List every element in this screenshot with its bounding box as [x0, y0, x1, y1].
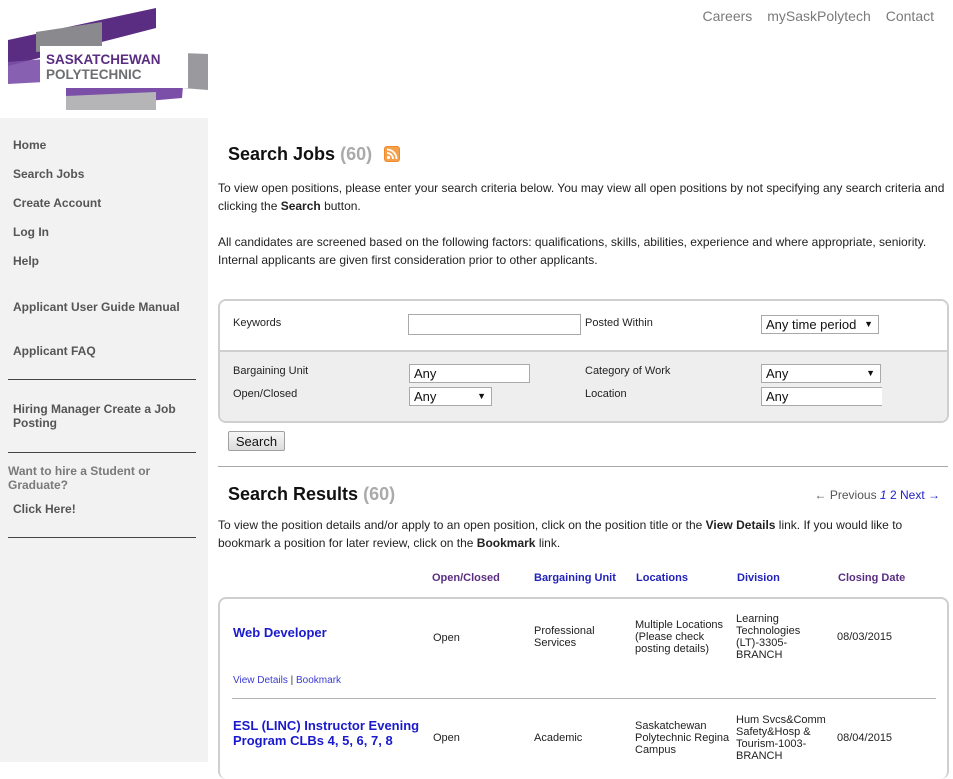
sidebar-click-here-link[interactable]: Click Here!	[13, 502, 76, 516]
results-count: (60)	[363, 484, 396, 504]
job-status: Open	[433, 632, 460, 644]
col-header-closing-date[interactable]: Closing Date	[838, 572, 905, 584]
chevron-down-icon: ▼	[864, 319, 873, 329]
open-closed-label: Open/Closed	[233, 388, 298, 400]
job-status: Open	[433, 732, 460, 744]
pager-page-2[interactable]: 2	[890, 488, 897, 502]
top-nav-mysaskpolytech[interactable]: mySaskPolytech	[767, 8, 870, 24]
search-form-top: Keywords Posted Within Any time period ▼	[220, 301, 947, 352]
job-bargaining-unit: Professional Services	[534, 625, 595, 649]
sidebar-item-faq[interactable]: Applicant FAQ	[13, 344, 96, 358]
location-label: Location	[585, 388, 627, 400]
posted-within-select[interactable]: Any time period ▼	[761, 315, 879, 334]
screening-note: All candidates are screened based on the…	[218, 235, 927, 267]
sidebar-item-create-account[interactable]: Create Account	[13, 196, 101, 210]
search-button[interactable]: Search	[228, 431, 285, 451]
bookmark-bold: Bookmark	[476, 536, 536, 550]
results-instructions-text: To view the position details and/or appl…	[218, 518, 706, 532]
posted-within-value: Any time period	[766, 317, 857, 332]
posted-within-label: Posted Within	[585, 317, 653, 329]
top-nav-careers[interactable]: Careers	[702, 8, 752, 24]
location-input[interactable]	[761, 387, 882, 406]
pager-next[interactable]: Next →	[900, 488, 940, 502]
link-separator: |	[290, 675, 294, 686]
site-header: SASKATCHEWAN POLYTECHNIC Careers mySaskP…	[0, 0, 953, 118]
job-count: (60)	[340, 144, 373, 164]
results-title: Search Results (60)	[228, 484, 395, 505]
bookmark-link[interactable]: Bookmark	[296, 675, 341, 686]
job-title-link[interactable]: ESL (LINC) Instructor Evening Program CL…	[233, 718, 428, 748]
logo-line2: POLYTECHNIC	[46, 67, 142, 82]
category-of-work-value: Any	[766, 366, 789, 381]
keywords-input[interactable]	[408, 314, 581, 335]
view-details-link[interactable]: View Details	[233, 675, 288, 686]
results-instructions: To view the position details and/or appl…	[218, 516, 918, 552]
pagination: ← Previous 1 2 Next →	[815, 488, 940, 502]
category-of-work-label: Category of Work	[585, 365, 671, 377]
col-header-division[interactable]: Division	[737, 572, 780, 584]
sidebar-item-hiring-manager[interactable]: Hiring Manager Create a Job Posting	[13, 402, 193, 430]
job-location: Multiple Locations (Please check posting…	[635, 619, 724, 655]
job-location: Saskatchewan Polytechnic Regina Campus	[635, 720, 730, 756]
category-of-work-select[interactable]: Any ▼	[761, 364, 881, 383]
top-nav-contact[interactable]: Contact	[886, 8, 934, 24]
results-list: Web Developer Open Professional Services…	[218, 597, 949, 779]
search-form-bottom: Bargaining Unit Category of Work Any ▼ O…	[220, 352, 947, 421]
col-header-bargaining-unit[interactable]: Bargaining Unit	[534, 572, 616, 584]
sidebar-item-home[interactable]: Home	[13, 138, 46, 152]
search-keyword-bold: Search	[280, 199, 321, 213]
chevron-down-icon: ▼	[477, 391, 486, 401]
pager-previous: ← Previous	[814, 488, 877, 502]
saskpolytech-logo[interactable]: SASKATCHEWAN POLYTECHNIC	[6, 6, 210, 112]
chevron-down-icon: ▼	[866, 368, 875, 378]
sidebar-item-search-jobs[interactable]: Search Jobs	[13, 167, 84, 181]
job-bargaining-unit: Academic	[534, 732, 583, 744]
student-hire-note: Want to hire a Student or Graduate?	[8, 464, 151, 492]
sidebar-item-user-guide[interactable]: Applicant User Guide Manual	[13, 300, 180, 314]
job-actions: View Details | Bookmark	[233, 675, 341, 686]
top-nav: Careers mySaskPolytech Contact	[702, 8, 934, 24]
keywords-label: Keywords	[233, 317, 282, 329]
results-title-text: Search Results	[228, 484, 359, 504]
row-divider	[232, 698, 936, 699]
pager-current-page: 1	[879, 488, 887, 502]
col-header-locations[interactable]: Locations	[636, 572, 688, 584]
job-title-link[interactable]: Web Developer	[233, 625, 428, 640]
sidebar-item-help[interactable]: Help	[13, 254, 39, 268]
logo-line1: SASKATCHEWAN	[46, 52, 161, 67]
rss-feed-icon[interactable]	[384, 146, 400, 162]
open-closed-select[interactable]: Any ▼	[409, 387, 492, 406]
job-closing-date: 08/03/2015	[837, 631, 893, 643]
sidebar: Home Search Jobs Create Account Log In H…	[0, 118, 208, 762]
sidebar-item-log-in[interactable]: Log In	[13, 225, 49, 239]
job-division: Hum Svcs&Comm Safety&Hosp & Tourism-1003…	[736, 714, 826, 762]
col-header-open-closed[interactable]: Open/Closed	[432, 572, 500, 584]
bargaining-unit-input[interactable]	[409, 364, 530, 383]
sidebar-divider	[8, 537, 196, 538]
open-closed-value: Any	[414, 389, 437, 404]
search-form: Keywords Posted Within Any time period ▼…	[218, 299, 949, 423]
sidebar-divider	[8, 379, 196, 380]
job-closing-date: 08/04/2015	[837, 732, 893, 744]
page-title-text: Search Jobs	[228, 144, 336, 164]
page-title: Search Jobs (60)	[228, 144, 372, 165]
search-instructions-text-end: button.	[320, 199, 361, 213]
section-divider	[218, 466, 948, 467]
bargaining-unit-label: Bargaining Unit	[233, 365, 309, 377]
sidebar-divider	[8, 452, 196, 453]
search-instructions: To view open positions, please enter you…	[218, 179, 948, 215]
results-instructions-text-end: link.	[535, 536, 561, 550]
view-details-bold: View Details	[705, 518, 776, 532]
job-division: Learning Technologies (LT)-3305-BRANCH	[736, 613, 801, 661]
